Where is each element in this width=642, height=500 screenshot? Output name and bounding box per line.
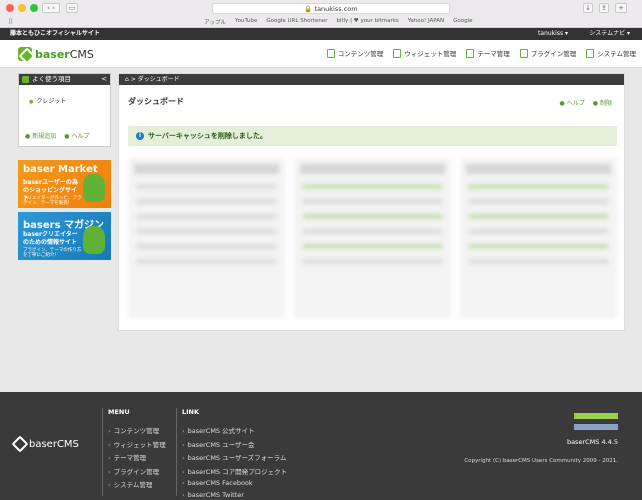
badge-image[interactable] xyxy=(574,413,618,419)
nav-widgets[interactable]: ウィジェット管理 xyxy=(393,48,456,58)
download-icon[interactable]: ↓ xyxy=(583,3,593,13)
system-navi-menu[interactable]: システムナビ ▾ xyxy=(589,28,630,40)
browser-toolbar: ‹ › ▭ 🔒 tanukiss.com ↓ ⇪ + ⠿ アップル YouTube… xyxy=(0,0,642,28)
footer-logo[interactable]: baserCMS xyxy=(11,435,79,453)
sidebar-toggle-icon[interactable]: ▭ xyxy=(66,3,78,13)
bookmark-item[interactable]: Yahoo! JAPAN xyxy=(408,18,444,26)
footer-link-item[interactable]: baserCMS Facebook xyxy=(182,479,287,487)
badge-image[interactable] xyxy=(574,424,618,430)
nav-themes[interactable]: テーマ管理 xyxy=(466,48,510,58)
settings-button[interactable]: 制限 xyxy=(593,98,612,107)
help-button[interactable]: ヘルプ xyxy=(559,98,585,107)
widget-icon xyxy=(393,48,402,58)
footer-menu-item[interactable]: システム管理 xyxy=(108,479,166,489)
footer-link-item[interactable]: baserCMS コア開発プロジェクト xyxy=(182,466,288,476)
lock-icon: 🔒 xyxy=(304,5,313,13)
favorites-icon xyxy=(22,76,29,83)
dashboard-widget xyxy=(294,158,451,318)
favorites-panel: よく使う項目 < クレジット 新規追加 ヘルプ xyxy=(18,73,111,147)
footer-badges xyxy=(574,413,618,430)
basercms-logo[interactable]: baserCMS xyxy=(18,47,94,61)
footer-link-item[interactable]: baserCMS ユーザー会 xyxy=(182,439,287,449)
window-controls xyxy=(6,4,38,12)
footer-link-item[interactable]: baserCMS Twitter xyxy=(182,491,287,499)
copyright-text: Copyright (C) baserCMS Users Community 2… xyxy=(464,458,618,464)
back-forward-buttons[interactable]: ‹ › xyxy=(42,3,60,13)
footer-menu-item[interactable]: コンテンツ管理 xyxy=(108,425,166,435)
new-tab-icon[interactable]: + xyxy=(615,3,627,13)
theme-icon xyxy=(466,48,475,58)
collapse-toggle[interactable]: < xyxy=(101,74,107,85)
admin-header: baserCMS コンテンツ管理 ウィジェット管理 テーマ管理 プラグイン管理 … xyxy=(0,40,642,68)
baser-market-banner[interactable]: baser Market baserユーザーの為のショッピングサイト クリエイタ… xyxy=(18,160,111,208)
url-text: tanukiss.com xyxy=(314,5,358,13)
dashboard-panel: ⌂ > ダッシュボード ダッシュボード ヘルプ 制限 i サーバーキャッシュを削… xyxy=(118,73,625,331)
bookmark-item[interactable]: Google URL Shortener xyxy=(266,18,327,26)
site-top-bar: 藤本ともひこオフィシャルサイト tanukiss ▾ システムナビ ▾ xyxy=(0,28,642,40)
favorites-help-link[interactable]: ヘルプ xyxy=(64,131,90,140)
page-title: ダッシュボード xyxy=(128,97,184,106)
info-icon: i xyxy=(136,132,144,140)
footer-menu: MENU コンテンツ管理 ウィジェット管理 テーマ管理 プラグイン管理 システム… xyxy=(102,408,166,496)
nav-plugins[interactable]: プラグイン管理 xyxy=(519,48,576,58)
close-window-button[interactable] xyxy=(6,4,14,12)
bookmark-item[interactable]: YouTube xyxy=(235,18,257,26)
grid-icon[interactable]: ⠿ xyxy=(8,18,13,26)
bookmark-item[interactable]: Google xyxy=(453,18,472,26)
dashboard-widget xyxy=(128,158,285,318)
footer-menu-item[interactable]: ウィジェット管理 xyxy=(108,439,166,449)
share-icon[interactable]: ⇪ xyxy=(599,3,609,13)
url-bar[interactable]: 🔒 tanukiss.com xyxy=(212,3,450,14)
footer-menu-item[interactable]: プラグイン管理 xyxy=(108,466,166,476)
logo-icon xyxy=(11,435,29,453)
bookmarks-bar: ⠿ アップル YouTube Google URL Shortener bitl… xyxy=(0,16,642,27)
footer-link-item[interactable]: baserCMS 公式サイト xyxy=(182,425,287,435)
logo-icon xyxy=(18,47,32,61)
bookmark-item[interactable]: bitly | ♥ your bitmarks xyxy=(336,18,398,26)
mascot-icon xyxy=(83,226,105,254)
basers-magazine-banner[interactable]: basers マガジン baserクリエイターのための情報サイト プラグイン、テ… xyxy=(18,212,111,260)
dashboard-widget xyxy=(460,158,617,318)
breadcrumb[interactable]: ⌂ > ダッシュボード xyxy=(119,74,624,85)
dashboard-widgets xyxy=(128,158,617,318)
nav-contents[interactable]: コンテンツ管理 xyxy=(326,48,383,58)
plugin-icon xyxy=(519,48,528,58)
nav-system[interactable]: システム管理 xyxy=(586,48,636,58)
footer-menu-item[interactable]: テーマ管理 xyxy=(108,452,166,462)
user-menu[interactable]: tanukiss ▾ xyxy=(538,28,568,40)
global-nav: コンテンツ管理 ウィジェット管理 テーマ管理 プラグイン管理 システム管理 xyxy=(326,48,636,58)
version-text: baserCMS 4.4.5 xyxy=(566,438,618,446)
mascot-icon xyxy=(83,174,105,202)
system-icon xyxy=(586,48,595,58)
add-favorite-link[interactable]: 新規追加 xyxy=(25,131,56,140)
minimize-window-button[interactable] xyxy=(18,4,26,12)
favorite-item-credit[interactable]: クレジット xyxy=(29,96,66,105)
site-name-link[interactable]: 藤本ともひこオフィシャルサイト xyxy=(10,28,100,40)
site-footer: baserCMS MENU コンテンツ管理 ウィジェット管理 テーマ管理 プラグ… xyxy=(0,392,642,500)
footer-link-item[interactable]: baserCMS ユーザーズフォーラム xyxy=(182,452,287,462)
bookmark-item[interactable]: アップル xyxy=(204,18,226,26)
favorites-header: よく使う項目 < xyxy=(19,74,110,85)
maximize-window-button[interactable] xyxy=(30,4,38,12)
favorites-title: よく使う項目 xyxy=(32,75,71,83)
contents-icon xyxy=(326,48,335,58)
footer-links: LINK baserCMS 公式サイト baserCMS ユーザー会 baser… xyxy=(176,408,288,499)
success-message: i サーバーキャッシュを削除しました。 xyxy=(128,126,617,146)
